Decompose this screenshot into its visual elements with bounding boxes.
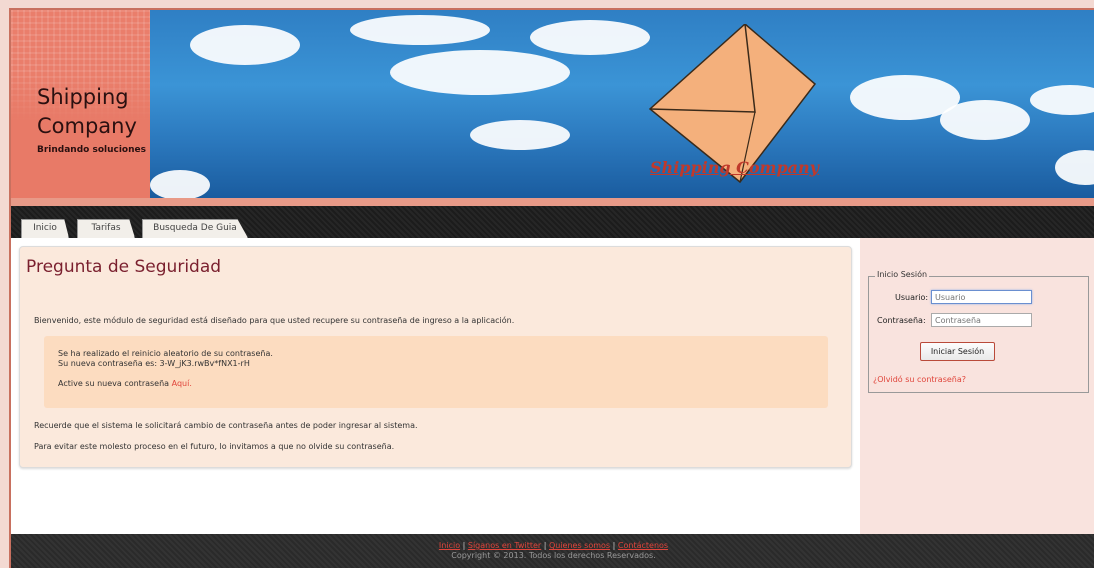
notice-line1: Se ha realizado el reinicio aleatorio de… [58,349,273,358]
tab-inicio[interactable]: Inicio [21,219,69,238]
password-label: Contraseña: [877,316,926,325]
logo-title: Shipping Company [37,83,137,141]
tab-busqueda-de-guia[interactable]: Busqueda De Guia [142,219,248,238]
login-button[interactable]: Iniciar Sesión [920,342,995,361]
footer-link-twitter[interactable]: Síganos en Twitter [468,541,541,550]
logo-title-line1: Shipping [37,85,129,109]
footer: Inicio | Síganos en Twitter | Quienes so… [11,534,1094,568]
page-frame: Shipping Company Brindando soluciones Sh… [9,8,1094,568]
login-form: Inicio Sesión Usuario: Contraseña: Inici… [868,270,1089,393]
main-nav: Inicio Tarifas Busqueda De Guia [11,206,1094,238]
username-input[interactable] [931,290,1032,304]
footer-links: Inicio | Síganos en Twitter | Quienes so… [438,541,669,550]
tab-tarifas[interactable]: Tarifas [77,219,135,238]
main-content: Pregunta de Seguridad Bienvenido, este m… [11,238,860,534]
login-legend: Inicio Sesión [875,270,930,279]
footer-link-quienes-somos[interactable]: Quienes somos [549,541,610,550]
reminder-text-2: Para evitar este molesto proceso en el f… [34,442,395,451]
reset-notice: Se ha realizado el reinicio aleatorio de… [44,336,828,408]
activate-line: Active su nueva contraseña Aquí. [58,379,192,388]
header: Shipping Company Brindando soluciones Sh… [11,10,1094,206]
logo: Shipping Company Brindando soluciones [11,10,150,198]
activate-link[interactable]: Aquí. [172,379,192,388]
footer-link-inicio[interactable]: Inicio [439,541,460,550]
logo-title-line2: Company [37,114,137,138]
reminder-text-1: Recuerde que el sistema le solicitará ca… [34,421,418,430]
header-strip [11,198,1094,206]
forgot-password-link[interactable]: ¿Olvidó su contraseña? [873,375,966,384]
new-password-text: Su nueva contraseña es: 3-W_jK3.rwBv*fNX… [58,359,250,368]
page-title: Pregunta de Seguridad [26,257,222,277]
footer-link-contactenos[interactable]: Contáctenos [618,541,668,550]
intro-text: Bienvenido, este módulo de seguridad est… [34,316,515,325]
sidebar: Inicio Sesión Usuario: Contraseña: Inici… [860,238,1094,534]
password-input[interactable] [931,313,1032,327]
header-banner: Shipping Company [150,10,1094,198]
footer-copyright: Copyright © 2013. Todos los derechos Res… [451,551,656,560]
banner-brand-text: Shipping Company [650,158,819,177]
security-panel: Pregunta de Seguridad Bienvenido, este m… [19,246,852,468]
logo-tagline: Brindando soluciones [37,145,146,155]
activate-text: Active su nueva contraseña [58,379,170,388]
user-label: Usuario: [895,293,929,302]
